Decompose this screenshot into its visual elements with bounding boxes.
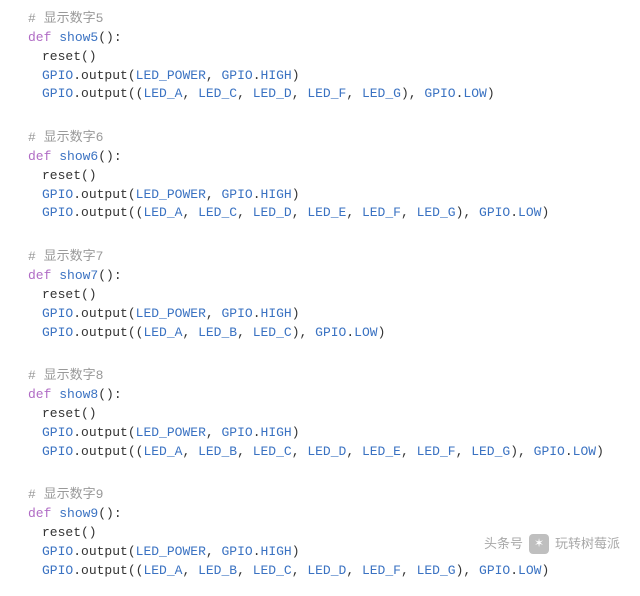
led-ref: LED_B xyxy=(198,325,237,340)
led-ref: LED_A xyxy=(143,325,182,340)
gpio-high-line: GPIO.output(LED_POWER, GPIO.HIGH) xyxy=(28,67,612,86)
function-name: show7 xyxy=(59,268,98,283)
def-line: def show6(): xyxy=(28,148,612,167)
led-ref: LED_C xyxy=(198,86,237,101)
comment-line: # 显示数字6 xyxy=(28,129,612,148)
led-ref: LED_A xyxy=(143,205,182,220)
comment: # 显示数字8 xyxy=(28,368,103,383)
led-ref: LED_F xyxy=(362,205,401,220)
def-line: def show8(): xyxy=(28,386,612,405)
comment-line: # 显示数字7 xyxy=(28,248,612,267)
blank-line xyxy=(28,229,612,248)
reset-call: reset() xyxy=(42,168,97,183)
led-power: LED_POWER xyxy=(136,425,206,440)
blank-line xyxy=(28,348,612,367)
function-block-show6: # 显示数字6 def show6():reset() GPIO.output(LE… xyxy=(28,129,612,223)
function-name: show8 xyxy=(59,387,98,402)
gpio-high-line: GPIO.output(LED_POWER, GPIO.HIGH) xyxy=(28,305,612,324)
comment: # 显示数字9 xyxy=(28,487,103,502)
function-block-show5: # 显示数字5 def show5():reset() GPIO.output(LE… xyxy=(28,10,612,104)
def-line: def show9(): xyxy=(28,505,612,524)
def-line: def show7(): xyxy=(28,267,612,286)
led-ref: LED_F xyxy=(362,563,401,578)
function-name: show9 xyxy=(59,506,98,521)
led-ref: LED_G xyxy=(417,205,456,220)
keyword-def: def xyxy=(28,506,51,521)
reset-line: reset() xyxy=(28,48,612,67)
def-line: def show5(): xyxy=(28,29,612,48)
blank-line xyxy=(28,110,612,129)
led-ref: LED_D xyxy=(253,86,292,101)
gpio-low-line: GPIO.output((LED_A, LED_B, LED_C, LED_D,… xyxy=(28,562,612,581)
reset-line: reset() xyxy=(28,524,612,543)
function-block-show8: # 显示数字8 def show8():reset() GPIO.output(LE… xyxy=(28,367,612,461)
function-name: show6 xyxy=(59,149,98,164)
keyword-def: def xyxy=(28,30,51,45)
led-ref: LED_C xyxy=(198,205,237,220)
gpio-low-line: GPIO.output((LED_A, LED_B, LED_C, LED_D,… xyxy=(28,443,612,462)
reset-call: reset() xyxy=(42,406,97,421)
keyword-def: def xyxy=(28,268,51,283)
gpio-high-line: GPIO.output(LED_POWER, GPIO.HIGH) xyxy=(28,543,612,562)
led-ref: LED_A xyxy=(143,563,182,578)
comment: # 显示数字6 xyxy=(28,130,103,145)
keyword-def: def xyxy=(28,387,51,402)
led-ref: LED_A xyxy=(143,444,182,459)
led-power: LED_POWER xyxy=(136,68,206,83)
led-ref: LED_G xyxy=(362,86,401,101)
led-ref: LED_G xyxy=(471,444,510,459)
gpio-high-line: GPIO.output(LED_POWER, GPIO.HIGH) xyxy=(28,424,612,443)
reset-line: reset() xyxy=(28,405,612,424)
reset-call: reset() xyxy=(42,49,97,64)
led-ref: LED_E xyxy=(362,444,401,459)
gpio-high-line: GPIO.output(LED_POWER, GPIO.HIGH) xyxy=(28,186,612,205)
led-power: LED_POWER xyxy=(136,187,206,202)
led-ref: LED_C xyxy=(253,325,292,340)
reset-line: reset() xyxy=(28,167,612,186)
function-block-show7: # 显示数字7 def show7():reset() GPIO.output(LE… xyxy=(28,248,612,342)
led-power: LED_POWER xyxy=(136,306,206,321)
function-block-show9: # 显示数字9 def show9():reset() GPIO.output(LE… xyxy=(28,486,612,580)
blank-line xyxy=(28,467,612,486)
code-block: # 显示数字5def show5():reset()GPIO.output(LE… xyxy=(28,10,612,580)
reset-call: reset() xyxy=(42,287,97,302)
led-ref: LED_B xyxy=(198,444,237,459)
led-ref: LED_A xyxy=(143,86,182,101)
led-ref: LED_D xyxy=(307,444,346,459)
gpio-low-line: GPIO.output((LED_A, LED_C, LED_D, LED_F,… xyxy=(28,85,612,104)
comment-line: # 显示数字9 xyxy=(28,486,612,505)
comment: # 显示数字5 xyxy=(28,11,103,26)
led-ref: LED_B xyxy=(198,563,237,578)
led-ref: LED_F xyxy=(307,86,346,101)
function-name: show5 xyxy=(59,30,98,45)
led-ref: LED_D xyxy=(253,205,292,220)
led-ref: LED_G xyxy=(417,563,456,578)
led-ref: LED_E xyxy=(307,205,346,220)
gpio-low-line: GPIO.output((LED_A, LED_B, LED_C), GPIO.… xyxy=(28,324,612,343)
led-ref: LED_F xyxy=(417,444,456,459)
comment-line: # 显示数字5 xyxy=(28,10,612,29)
led-ref: LED_C xyxy=(253,563,292,578)
gpio-low-line: GPIO.output((LED_A, LED_C, LED_D, LED_E,… xyxy=(28,204,612,223)
reset-line: reset() xyxy=(28,286,612,305)
led-ref: LED_D xyxy=(307,563,346,578)
reset-call: reset() xyxy=(42,525,97,540)
comment-line: # 显示数字8 xyxy=(28,367,612,386)
led-ref: LED_C xyxy=(253,444,292,459)
led-power: LED_POWER xyxy=(136,544,206,559)
comment: # 显示数字7 xyxy=(28,249,103,264)
keyword-def: def xyxy=(28,149,51,164)
